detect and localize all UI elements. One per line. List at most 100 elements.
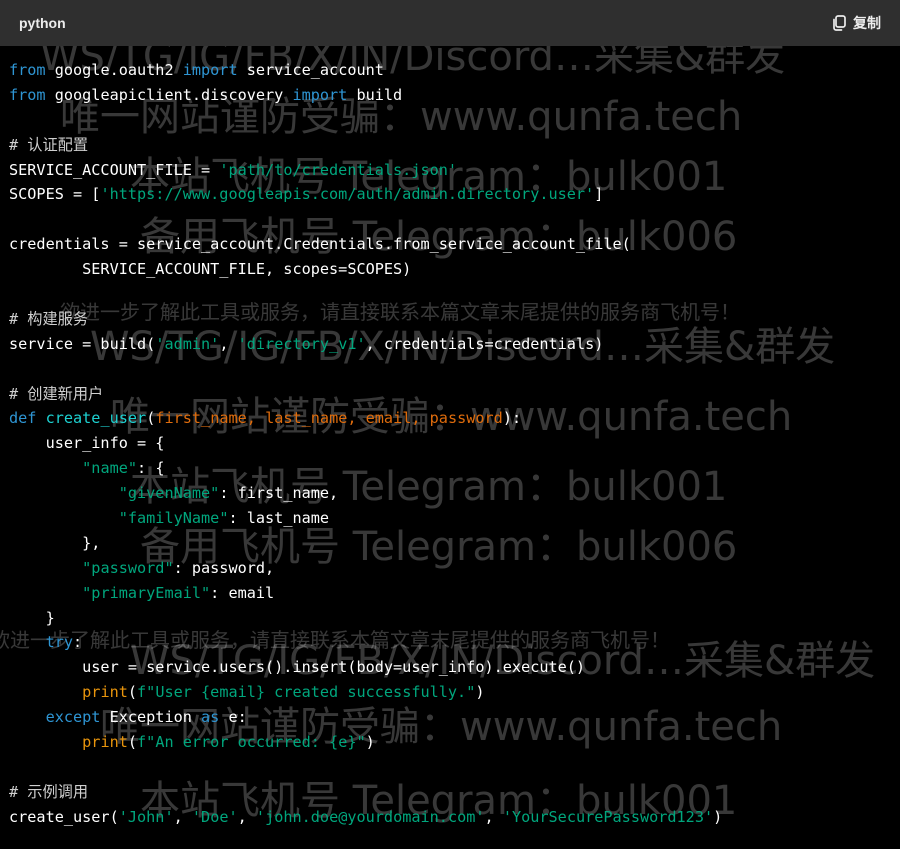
code-line: print(f"An error occurred: {e}")	[9, 730, 889, 755]
code-token: googleapiclient.discovery	[45, 85, 293, 104]
code-token: "name"	[82, 459, 138, 478]
copy-button[interactable]: 复制	[830, 13, 881, 33]
code-token: "familyName"	[118, 509, 229, 528]
code-token: as	[201, 708, 220, 727]
code-token: import	[292, 85, 348, 104]
code-line: except Exception as e:	[9, 705, 889, 730]
code-line: # 创建新用户	[9, 382, 889, 407]
code-line: SERVICE_ACCOUNT_FILE, scopes=SCOPES)	[9, 257, 889, 282]
code-token: : first_name,	[219, 484, 339, 503]
code-token: : email	[210, 583, 275, 602]
code-token: google.oauth2	[45, 61, 183, 79]
code-token: )	[475, 683, 485, 702]
code-line: "primaryEmail": email	[9, 581, 889, 606]
code-token: from	[9, 85, 46, 104]
code-token: SCOPES = [	[9, 185, 101, 204]
code-token: },	[9, 533, 101, 552]
copy-button-label: 复制	[853, 15, 881, 31]
code-token: ):	[502, 409, 522, 428]
code-token: # 示例调用	[9, 782, 89, 801]
code-token: def	[9, 409, 37, 428]
code-line: "name": {	[9, 456, 889, 481]
code-line: create_user('John', 'Doe', 'john.doe@you…	[9, 805, 889, 830]
code-token: 'john.doe@yourdomain.com'	[255, 807, 485, 826]
code-token: 'https://www.googleapis.com/auth/admin.d…	[100, 185, 595, 204]
code-token: SERVICE_ACCOUNT_FILE =	[9, 160, 220, 179]
code-token: from	[9, 61, 46, 79]
code-line: from googleapiclient.discovery import bu…	[9, 83, 889, 108]
code-token: ,	[219, 334, 238, 353]
language-label: python	[19, 15, 66, 31]
code-token: e:	[219, 708, 247, 727]
code-token: print	[82, 683, 128, 702]
code-block-header: python 复制	[0, 0, 900, 46]
code-line: },	[9, 531, 889, 556]
code-token: create_user	[45, 409, 147, 428]
code-token: : {	[137, 459, 165, 478]
code-token: user_info = {	[9, 434, 165, 453]
code-token: ,	[173, 807, 192, 826]
code-line: "password": password,	[9, 556, 889, 581]
code-token: create_user(	[9, 807, 119, 826]
code-token: ]	[594, 185, 604, 204]
code-token: }	[9, 608, 55, 627]
copy-icon	[830, 14, 848, 32]
code-token: 'YourSecurePassword123'	[502, 807, 714, 826]
code-token: except	[9, 708, 101, 727]
code-content[interactable]: from google.oauth2 import service_accoun…	[9, 58, 889, 830]
code-token: )	[713, 807, 723, 826]
code-token: Exception	[100, 708, 202, 727]
code-line: service = build('admin', 'directory_v1',…	[9, 332, 889, 357]
code-line: }	[9, 606, 889, 631]
code-token: 'John'	[118, 807, 174, 826]
code-line: # 构建服务	[9, 307, 889, 332]
code-token: # 认证配置	[9, 135, 89, 154]
code-token: build	[347, 85, 403, 104]
code-token: , credentials=credentials)	[365, 334, 604, 353]
code-token: :	[73, 633, 83, 652]
code-token: 'admin'	[155, 334, 220, 353]
code-token: (	[146, 409, 156, 428]
code-token: f"User {email} created successfully."	[137, 683, 476, 702]
code-token: print	[82, 733, 128, 752]
code-token: )	[365, 733, 375, 752]
code-line: user_info = {	[9, 431, 889, 456]
code-token: service = build(	[9, 334, 156, 353]
code-line: "familyName": last_name	[9, 506, 889, 531]
code-token: # 构建服务	[9, 309, 89, 328]
code-line: # 认证配置	[9, 133, 889, 158]
code-token: (	[127, 733, 138, 752]
code-block: python 复制 WS/TG/IG/FB/X/IN/Discord…采集&群发…	[0, 0, 900, 849]
code-line: "givenName": first_name,	[9, 481, 889, 506]
code-token: "primaryEmail"	[82, 583, 211, 602]
code-token: 'Doe'	[191, 807, 238, 826]
code-token: "givenName"	[118, 484, 220, 503]
code-line: credentials = service_account.Credential…	[9, 232, 889, 257]
code-token: credentials = service_account.Credential…	[9, 235, 631, 254]
code-token: f"An error occurred: {e}"	[137, 733, 366, 752]
code-token: 'directory_v1'	[237, 334, 366, 353]
code-line: user = service.users().insert(body=user_…	[9, 655, 889, 680]
code-token: (	[127, 683, 138, 702]
code-token: service_account	[237, 61, 384, 79]
code-token: 'path/to/credentials.json'	[219, 160, 458, 179]
code-token: SERVICE_ACCOUNT_FILE, scopes=SCOPES)	[9, 260, 412, 279]
code-token: : last_name	[228, 509, 330, 528]
code-token: : password,	[173, 558, 275, 577]
code-line: print(f"User {email} created successfull…	[9, 680, 889, 705]
code-token: first_name, last_name, email, password	[155, 409, 503, 428]
code-line: SERVICE_ACCOUNT_FILE = 'path/to/credenti…	[9, 158, 889, 183]
code-token: ,	[237, 807, 256, 826]
